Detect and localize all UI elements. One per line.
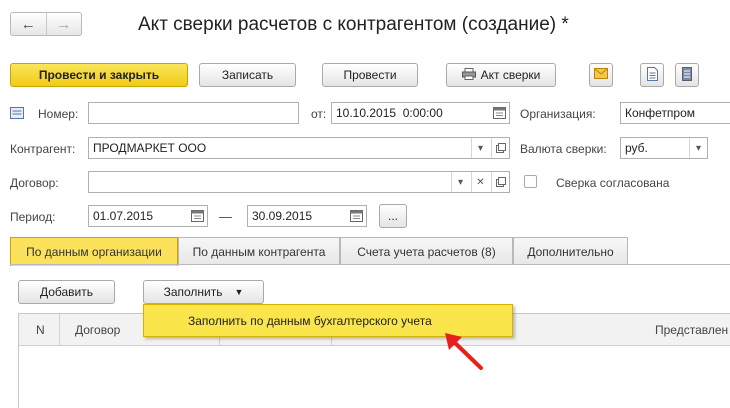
date-value: 10.10.2015 0:00:00 [336, 106, 443, 120]
window-title: Акт сверки расчетов с контрагентом (созд… [138, 14, 569, 35]
currency-field[interactable]: руб. ▾ [620, 137, 708, 159]
tab-counterparty-data[interactable]: По данным контрагента [178, 237, 340, 265]
open-icon[interactable] [491, 138, 509, 158]
number-label: Номер: [38, 107, 79, 121]
contract-label: Договор: [10, 176, 59, 190]
column-contract[interactable]: Договор [75, 323, 120, 337]
currency-value: руб. [625, 141, 648, 155]
add-button[interactable]: Добавить [18, 280, 115, 304]
counterparty-field[interactable]: ПРОДМАРКЕТ ООО ▾ [88, 137, 510, 159]
agreed-label: Сверка согласована [556, 176, 670, 190]
arrow-left-icon: ← [20, 15, 36, 33]
period-start-value: 01.07.2015 [93, 209, 154, 223]
list-icon [682, 66, 692, 84]
dropdown-arrow-icon[interactable]: ▾ [471, 138, 489, 158]
period-end-value: 30.09.2015 [252, 209, 313, 223]
print-act-label: Акт сверки [480, 68, 541, 82]
post-and-close-button[interactable]: Провести и закрыть [10, 63, 188, 87]
currency-label: Валюта сверки: [520, 142, 607, 156]
column-representation[interactable]: Представлен [655, 323, 728, 337]
fill-from-accounting-menu-item[interactable]: Заполнить по данным бухгалтерского учета [188, 314, 432, 328]
agreed-checkbox[interactable] [524, 175, 537, 188]
post-button[interactable]: Провести [322, 63, 418, 87]
form-icon [10, 107, 24, 122]
chevron-down-icon: ▼ [234, 287, 244, 297]
dropdown-arrow-icon[interactable]: ▾ [689, 138, 707, 158]
period-select-button[interactable]: ... [379, 204, 407, 228]
fill-button[interactable]: Заполнить ▼ [143, 280, 264, 304]
organization-label: Организация: [520, 107, 596, 121]
period-start-field[interactable]: 01.07.2015 [88, 205, 208, 227]
period-end-field[interactable]: 30.09.2015 [247, 205, 367, 227]
open-icon[interactable] [491, 172, 509, 192]
mail-button[interactable] [589, 63, 613, 87]
counterparty-label: Контрагент: [10, 142, 76, 156]
column-divider [59, 314, 60, 346]
tab-additional[interactable]: Дополнительно [513, 237, 628, 265]
back-button[interactable]: ← [11, 13, 46, 35]
document-icon [646, 66, 658, 84]
calendar-icon[interactable] [187, 206, 207, 226]
column-number[interactable]: N [36, 323, 45, 337]
calendar-icon[interactable] [489, 103, 509, 123]
number-field[interactable] [88, 102, 299, 124]
clear-icon[interactable]: ✕ [471, 172, 489, 192]
period-dash: — [219, 209, 232, 224]
arrow-right-icon: → [56, 15, 72, 33]
navigation-group: ← → [10, 12, 82, 36]
save-button[interactable]: Записать [199, 63, 296, 87]
tab-organization-data[interactable]: По данным организации [10, 237, 178, 266]
print-act-button[interactable]: Акт сверки [446, 63, 556, 87]
list-button[interactable] [675, 63, 699, 87]
tab-divider [10, 264, 730, 265]
dropdown-arrow-icon[interactable]: ▾ [451, 172, 469, 192]
envelope-icon [594, 68, 608, 82]
document-button[interactable] [640, 63, 664, 87]
counterparty-value: ПРОДМАРКЕТ ООО [93, 141, 207, 155]
date-field[interactable]: 10.10.2015 0:00:00 [331, 102, 510, 124]
red-arrow-annotation [445, 333, 483, 370]
organization-field[interactable]: Конфетпром [620, 102, 730, 124]
forward-button[interactable]: → [45, 13, 82, 35]
calendar-icon[interactable] [346, 206, 366, 226]
date-label: от: [311, 107, 327, 121]
period-label: Период: [10, 210, 56, 224]
printer-icon [461, 67, 476, 83]
contract-field[interactable]: ▾ ✕ [88, 171, 510, 193]
fill-label: Заполнить [163, 285, 223, 299]
tab-accounts[interactable]: Счета учета расчетов (8) [340, 237, 513, 265]
